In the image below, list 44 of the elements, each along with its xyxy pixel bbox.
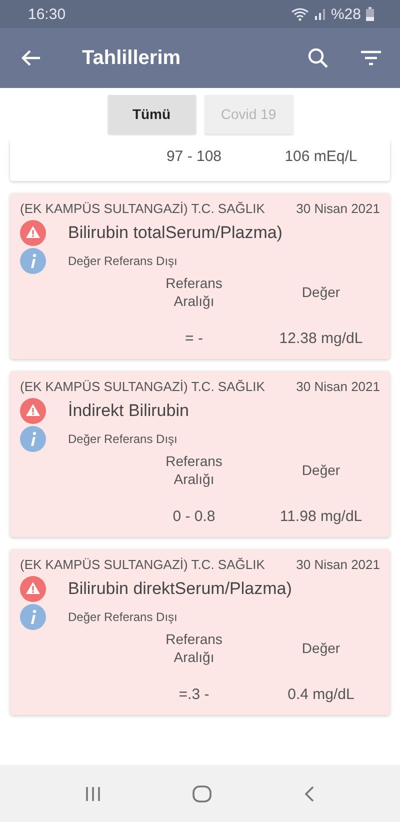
- result-value: 12.38 mg/dL: [279, 330, 363, 347]
- column-header: Referans Aralığı: [164, 274, 224, 310]
- reference-range: =.3 -: [178, 686, 210, 703]
- test-name: Bilirubin totalSerum/Plazma): [68, 223, 282, 243]
- column-header: Referans Aralığı: [164, 452, 224, 488]
- result-value: 11.98 mg/dL: [280, 508, 362, 525]
- range-note: Değer Referans Dışı: [68, 432, 178, 446]
- column-header: Değer: [300, 283, 342, 301]
- reference-range: 0 - 0.8: [172, 508, 216, 525]
- filter-tab[interactable]: Tümü: [108, 94, 196, 134]
- battery-icon: [366, 7, 374, 21]
- signal-icon: [314, 8, 326, 20]
- reference-range: = -: [185, 330, 203, 347]
- range-note: Değer Referans Dışı: [68, 610, 178, 624]
- status-time: 16:30: [28, 6, 66, 22]
- filter-button[interactable]: [360, 49, 382, 67]
- institution-name: (EK KAMPÜS SULTANGAZİ) T.C. SAĞLIK: [20, 557, 265, 572]
- warning-icon: [20, 220, 46, 246]
- column-header: Referans Aralığı: [164, 630, 224, 666]
- home-button[interactable]: [192, 784, 212, 802]
- wifi-icon: [290, 8, 309, 20]
- warning-icon: [20, 576, 46, 602]
- range-note: Değer Referans Dışı: [68, 254, 178, 268]
- info-icon: [20, 604, 46, 630]
- battery-level: %28: [330, 6, 361, 22]
- result-date: 30 Nisan 2021: [296, 557, 380, 572]
- reference-range: 97 - 108: [166, 148, 222, 165]
- institution-name: (EK KAMPÜS SULTANGAZİ) T.C. SAĞLIK: [20, 201, 265, 216]
- result-date: 30 Nisan 2021: [296, 201, 380, 216]
- test-name: İndirekt Bilirubin: [68, 401, 189, 421]
- test-name: Bilirubin direktSerum/Plazma): [68, 579, 292, 599]
- search-button[interactable]: [307, 47, 329, 69]
- page-title: Tahlillerim: [82, 46, 182, 70]
- column-header: Değer: [300, 461, 342, 479]
- result-value: 0.4 mg/dL: [288, 686, 354, 703]
- institution-name: (EK KAMPÜS SULTANGAZİ) T.C. SAĞLIK: [20, 379, 265, 394]
- info-icon: [20, 248, 46, 274]
- recent-apps-button[interactable]: [85, 786, 102, 802]
- result-date: 30 Nisan 2021: [296, 379, 380, 394]
- back-nav-button[interactable]: [302, 784, 315, 802]
- result-value: 106 mEq/L: [284, 148, 358, 165]
- info-icon: [20, 426, 46, 452]
- warning-icon: [20, 398, 46, 424]
- column-header: Değer: [300, 639, 342, 657]
